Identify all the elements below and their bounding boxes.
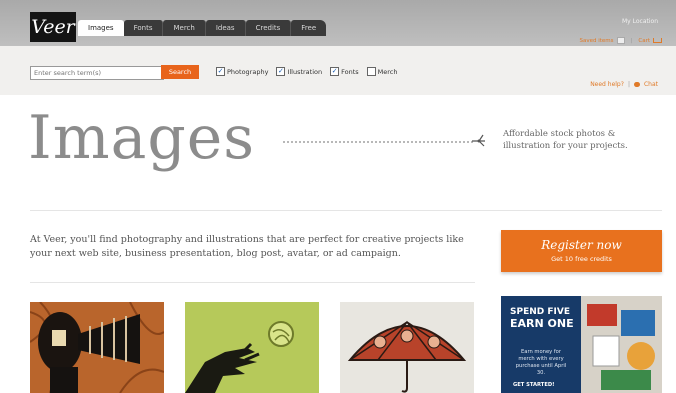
filter-illustration[interactable]: ✓ Illustration bbox=[276, 67, 322, 76]
tab-free[interactable]: Free bbox=[291, 20, 327, 36]
register-title: Register now bbox=[541, 238, 622, 252]
main-tabs: Images Fonts Merch Ideas Credits Free bbox=[78, 20, 327, 36]
register-button[interactable]: Register now Get 10 free credits bbox=[501, 230, 662, 272]
separator: | bbox=[630, 37, 633, 44]
umbrella-illustration-image bbox=[340, 302, 474, 393]
top-navigation-bar: Veer Images Fonts Merch Ideas Credits Fr… bbox=[0, 0, 676, 46]
veer-logo[interactable]: Veer bbox=[30, 12, 76, 42]
promo-body: Earn money for merch with every purchase… bbox=[515, 349, 567, 376]
arrow-burst-icon bbox=[472, 134, 485, 147]
chat-bubble-icon[interactable] bbox=[633, 82, 640, 87]
separator: | bbox=[627, 81, 630, 88]
promo-cta[interactable]: GET STARTED! bbox=[513, 382, 555, 388]
search-button[interactable]: Search bbox=[161, 65, 199, 79]
chat-link[interactable]: Chat bbox=[644, 81, 658, 88]
register-subtitle: Get 10 free credits bbox=[551, 255, 612, 263]
checkbox-checked-icon[interactable]: ✓ bbox=[276, 67, 286, 76]
dropdown-icon[interactable] bbox=[616, 37, 625, 44]
my-location-link[interactable]: My Location bbox=[622, 18, 658, 25]
promo-banner[interactable]: SPEND FIVE EARN ONE Earn money for merch… bbox=[501, 296, 662, 393]
filter-label: Merch bbox=[377, 67, 398, 76]
thumbnail-umbrella-illustration[interactable] bbox=[340, 302, 474, 393]
tagline: Affordable stock photos & illustration f… bbox=[503, 129, 628, 151]
search-input[interactable] bbox=[30, 66, 164, 80]
checkbox-checked-icon[interactable]: ✓ bbox=[216, 67, 225, 76]
filter-label: Photography bbox=[227, 67, 269, 76]
checkbox-checked-icon[interactable]: ✓ bbox=[330, 67, 340, 76]
tab-fonts[interactable]: Fonts bbox=[123, 20, 164, 36]
checkbox-unchecked-icon[interactable] bbox=[366, 67, 376, 76]
saved-items-link[interactable]: Saved items bbox=[579, 38, 613, 44]
search-filters: ✓ Photography ✓ Illustration ✓ Fonts Mer… bbox=[216, 67, 398, 76]
filter-merch[interactable]: Merch bbox=[366, 67, 398, 76]
cart-icon[interactable] bbox=[653, 38, 662, 43]
megaphone-illustration-image bbox=[30, 302, 164, 393]
thumbnail-hand-illustration[interactable] bbox=[185, 302, 319, 393]
filter-label: Illustration bbox=[287, 67, 323, 76]
page-title: Images bbox=[28, 103, 256, 173]
help-links: Need help? | Chat bbox=[590, 81, 658, 88]
tab-images[interactable]: Images bbox=[78, 20, 124, 36]
account-links: Saved items | Cart bbox=[579, 37, 662, 44]
intro-text: At Veer, you'll find photography and ill… bbox=[30, 234, 464, 259]
need-help-link[interactable]: Need help? bbox=[590, 81, 624, 88]
tab-ideas[interactable]: Ideas bbox=[205, 20, 246, 36]
dotted-divider bbox=[283, 141, 473, 146]
divider bbox=[30, 210, 662, 211]
tab-merch[interactable]: Merch bbox=[163, 20, 206, 36]
filter-fonts[interactable]: ✓ Fonts bbox=[330, 67, 359, 76]
hand-illustration-image bbox=[185, 302, 319, 393]
divider bbox=[30, 282, 475, 283]
thumbnail-megaphone-illustration[interactable] bbox=[30, 302, 164, 393]
filter-photography[interactable]: ✓ Photography bbox=[216, 67, 268, 76]
filter-label: Fonts bbox=[341, 67, 359, 76]
search-bar: Search ✓ Photography ✓ Illustration ✓ Fo… bbox=[0, 46, 676, 95]
promo-headline: SPEND FIVE EARN ONE bbox=[510, 307, 574, 330]
cart-link[interactable]: Cart bbox=[638, 38, 650, 44]
tab-credits[interactable]: Credits bbox=[245, 20, 292, 36]
